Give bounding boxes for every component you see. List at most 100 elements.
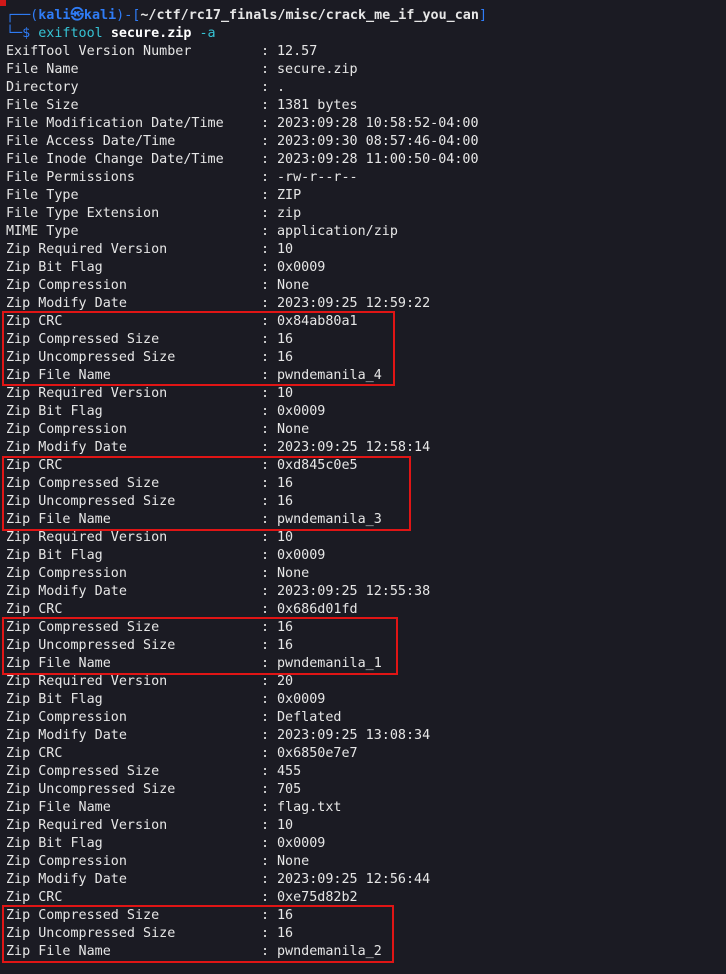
- output-key: Zip File Name: [6, 656, 111, 671]
- output-separator: :: [261, 242, 270, 257]
- output-row: Zip Compressed Size:16: [6, 907, 706, 925]
- output-row: Zip CRC:0xd845c0e5: [6, 457, 706, 475]
- output-row: ExifTool Version Number:12.57: [6, 43, 706, 61]
- output-key: Zip Modify Date: [6, 584, 127, 599]
- output-key: File Modification Date/Time: [6, 116, 224, 131]
- output-key: Zip Bit Flag: [6, 548, 103, 563]
- output-separator: :: [261, 170, 270, 185]
- output-separator: :: [261, 206, 270, 221]
- output-row: Zip Required Version:10: [6, 817, 706, 835]
- output-separator: :: [261, 332, 270, 347]
- output-key: Zip CRC: [6, 890, 63, 905]
- output-key: Zip File Name: [6, 800, 111, 815]
- output-row: Zip Bit Flag:0x0009: [6, 403, 706, 421]
- output-value: -rw-r--r--: [277, 170, 358, 185]
- output-row: Zip File Name: pwndemanila_2: [6, 943, 706, 961]
- output-value: 10: [277, 386, 294, 401]
- output-value: 2023:09:25 12:58:14: [277, 440, 431, 455]
- output-row: Zip Compressed Size:16: [6, 475, 706, 493]
- output-separator: :: [261, 440, 270, 455]
- output-separator: :: [261, 530, 270, 545]
- output-separator: :: [261, 476, 270, 491]
- command-line[interactable]: └─$ exiftool secure.zip -a: [6, 25, 216, 43]
- output-value: 12.57: [277, 44, 318, 59]
- output-value: 0x0009: [277, 692, 326, 707]
- output-value: None: [277, 566, 310, 581]
- output-separator: :: [261, 710, 270, 725]
- output-key: Zip Modify Date: [6, 728, 127, 743]
- output-key: Zip Modify Date: [6, 296, 127, 311]
- output-value: 2023:09:25 12:56:44: [277, 872, 431, 887]
- output-value: 2023:09:25 12:55:38: [277, 584, 431, 599]
- output-value: pwndemanila_3: [277, 512, 382, 527]
- output-separator: :: [261, 296, 270, 311]
- output-separator: :: [261, 152, 270, 167]
- output-value: None: [277, 278, 310, 293]
- output-value: 0x686d01fd: [277, 602, 358, 617]
- output-value: pwndemanila_1: [277, 656, 382, 671]
- output-key: Zip Modify Date: [6, 440, 127, 455]
- output-key: Zip Required Version: [6, 674, 168, 689]
- output-row: Zip Compressed Size:16: [6, 619, 706, 637]
- output-key: Zip Bit Flag: [6, 692, 103, 707]
- output-key: Zip Required Version: [6, 242, 168, 257]
- prompt-user: kali㉿kali: [38, 8, 117, 23]
- output-separator: :: [261, 188, 270, 203]
- output-key: Zip CRC: [6, 458, 63, 473]
- output-row: File Modification Date/Time:2023:09:28 1…: [6, 115, 706, 133]
- output-key: MIME Type: [6, 224, 79, 239]
- output-key: Zip Compression: [6, 710, 127, 725]
- output-separator: :: [261, 314, 270, 329]
- output-separator: :: [261, 98, 270, 113]
- output-separator: :: [261, 278, 270, 293]
- output-key: File Type: [6, 188, 79, 203]
- output-value: 0x0009: [277, 548, 326, 563]
- output-row: Zip Compression: None: [6, 421, 706, 439]
- output-key: Zip Compression: [6, 278, 127, 293]
- output-row: Zip Modify Date:2023:09:25 12:55:38: [6, 583, 706, 601]
- output-value: None: [277, 854, 310, 869]
- output-separator: :: [261, 566, 270, 581]
- command-name: exiftool: [38, 26, 103, 41]
- output-key: Directory: [6, 80, 79, 95]
- output-value: 0x0009: [277, 404, 326, 419]
- output-row: Zip CRC:0x686d01fd: [6, 601, 706, 619]
- output-key: Zip Compressed Size: [6, 908, 160, 923]
- output-key: File Size: [6, 98, 79, 113]
- terminal-window[interactable]: ┌──(kali㉿kali)-[~/ctf/rc17_finals/misc/c…: [0, 0, 726, 974]
- output-separator: :: [261, 422, 270, 437]
- output-separator: :: [261, 656, 270, 671]
- output-row: Zip Modify Date:2023:09:25 12:58:14: [6, 439, 706, 457]
- output-value: pwndemanila_4: [277, 368, 382, 383]
- output-value: 705: [277, 782, 302, 797]
- prompt-bracket-mid: )-[: [116, 8, 141, 23]
- output-separator: :: [261, 944, 270, 959]
- output-key: Zip Uncompressed Size: [6, 782, 176, 797]
- output-separator: :: [261, 44, 270, 59]
- output-value: Deflated: [277, 710, 342, 725]
- output-row: Zip CRC:0x6850e7e7: [6, 745, 706, 763]
- output-value: 2023:09:25 12:59:22: [277, 296, 431, 311]
- output-key: Zip Compression: [6, 566, 127, 581]
- output-separator: :: [261, 908, 270, 923]
- output-row: Zip Bit Flag:0x0009: [6, 835, 706, 853]
- prompt-box-bottom: └─: [6, 26, 23, 41]
- output-value: 0xd845c0e5: [277, 458, 358, 473]
- output-separator: :: [261, 404, 270, 419]
- output-row: Zip Bit Flag:0x0009: [6, 691, 706, 709]
- output-key: Zip Compression: [6, 854, 127, 869]
- output-value: 16: [277, 494, 294, 509]
- output-value: 16: [277, 476, 294, 491]
- output-row: Zip Compression: None: [6, 853, 706, 871]
- output-separator: :: [261, 62, 270, 77]
- output-row: Zip CRC:0x84ab80a1: [6, 313, 706, 331]
- output-row: Zip Modify Date:2023:09:25 13:08:34: [6, 727, 706, 745]
- output-row: Zip CRC:0xe75d82b2: [6, 889, 706, 907]
- output-row: Zip File Name: pwndemanila_3: [6, 511, 706, 529]
- output-key: Zip Compression: [6, 422, 127, 437]
- output-value: 0xe75d82b2: [277, 890, 358, 905]
- output-value: ZIP: [277, 188, 302, 203]
- output-row: File Size:1381 bytes: [6, 97, 706, 115]
- output-value: flag.txt: [277, 800, 342, 815]
- output-row: Zip Required Version:10: [6, 241, 706, 259]
